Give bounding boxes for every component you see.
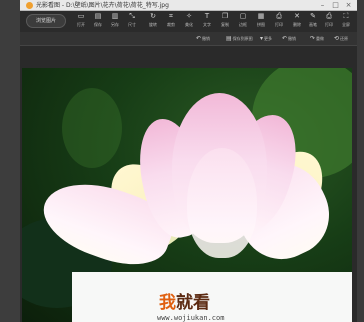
resize-icon: ⤡ [129, 12, 135, 20]
watermark-title-rest: 就看 [176, 293, 210, 313]
toolbar-button-crop[interactable]: ⌗ 裁剪 [162, 13, 180, 31]
save-as-icon: ▥ [111, 12, 119, 20]
image-viewer-window: 光影看图 - D:\壁纸\图片\花卉\荷花\荷花_特写.jpg – □ × 浏览… [20, 0, 357, 322]
save-icon: ▤ [94, 12, 102, 20]
toolbar-button-printer[interactable]: ⎙ 打印 [320, 13, 338, 31]
printer-icon: ⎙ [326, 12, 332, 20]
desktop-background [0, 0, 20, 322]
redo-label: 重做 [316, 36, 325, 41]
save-original-button[interactable]: ▤保存到原图 [226, 34, 253, 44]
toolbar-label: 保存 [94, 22, 102, 27]
toolbar-label: 裁剪 [167, 22, 175, 27]
restore-label: 还原 [340, 36, 349, 41]
delete-icon: ✕ [294, 12, 300, 20]
watermark-title: 我就看 [159, 294, 210, 313]
toolbar-label: 打印 [275, 22, 283, 27]
copy-icon: ❐ [221, 12, 229, 20]
toolbar-label: 旋转 [149, 22, 157, 27]
window-title: 光影看图 - D:\壁纸\图片\花卉\荷花\荷花_特写.jpg [36, 2, 169, 9]
toolbar-label: 复制 [221, 22, 229, 27]
toolbar-button-frame[interactable]: ▢ 边框 [234, 13, 252, 31]
minimize-button[interactable]: – [317, 1, 328, 9]
watermark-url: www.wojiukan.com [157, 314, 225, 322]
toolbar-label: 美化 [185, 22, 193, 27]
rotate-icon: ↻ [150, 12, 156, 20]
more-button[interactable]: ▾更多 [260, 34, 272, 44]
toolbar-label: 尺寸 [128, 22, 136, 27]
toolbar-button-print[interactable]: ⎙ 打印 [270, 13, 288, 31]
watermark-title-accent: 我 [159, 293, 176, 313]
more-icon: ▾ [260, 35, 264, 42]
toolbar-button-collage[interactable]: ▦ 拼图 [252, 13, 270, 31]
edit-subbar: ↶撤销 ▤保存到原图 ▾更多 ↶撤销 ↷重做 ⟲还原 [20, 32, 357, 46]
toolbar-button-copy[interactable]: ❐ 复制 [216, 13, 234, 31]
toolbar-label: 打开 [77, 22, 85, 27]
undo-label: 撤销 [202, 36, 211, 41]
desktop-background-right [357, 0, 364, 322]
toolbar-label: 全屏 [342, 22, 350, 27]
collage-icon: ▦ [257, 12, 265, 20]
toolbar-label: 拼图 [257, 22, 265, 27]
beautify-icon: ✧ [186, 12, 192, 20]
back-label: 撤销 [288, 36, 297, 41]
text-icon: T [204, 12, 210, 20]
title-bar[interactable]: 光影看图 - D:\壁纸\图片\花卉\荷花\荷花_特写.jpg – □ × [20, 0, 357, 11]
lotus-petal [187, 148, 257, 258]
toolbar-label: 文字 [203, 22, 211, 27]
toolbar-button-beautify[interactable]: ✧ 美化 [180, 13, 198, 31]
back-icon: ↶ [282, 35, 288, 42]
maximize-button[interactable]: □ [330, 1, 341, 9]
toolbar-button-save-as[interactable]: ▥ 另存 [106, 13, 124, 31]
toolbar-button-text[interactable]: T 文字 [198, 13, 216, 31]
save-icon: ▤ [226, 35, 232, 42]
toolbar-button-save[interactable]: ▤ 保存 [89, 13, 107, 31]
toolbar-button-resize[interactable]: ⤡ 尺寸 [123, 13, 141, 31]
redo-icon: ↷ [310, 35, 316, 42]
fullscreen-icon: ⛶ [343, 12, 349, 20]
folder-icon: ▭ [77, 12, 85, 20]
restore-icon: ⟲ [334, 35, 340, 42]
close-button[interactable]: × [343, 1, 354, 9]
pen-icon: ✎ [310, 12, 316, 20]
print-icon: ⎙ [276, 12, 282, 20]
back-button[interactable]: ↶撤销 [282, 34, 296, 44]
frame-icon: ▢ [239, 12, 247, 20]
browse-images-button[interactable]: 浏览图片 [26, 14, 66, 28]
app-logo-icon [26, 2, 33, 9]
undo-icon: ↶ [196, 35, 202, 42]
watermark-banner: 我就看 www.wojiukan.com [72, 272, 352, 322]
crop-icon: ⌗ [169, 12, 173, 20]
toolbar-button-rotate[interactable]: ↻ 旋转 [144, 13, 162, 31]
undo-button[interactable]: ↶撤销 [196, 34, 210, 44]
main-toolbar: 浏览图片 ▭ 打开 ▤ 保存 ▥ 另存 ⤡ 尺寸 ↻ 旋转 ⌗ 裁剪 ✧ 美化 [20, 11, 357, 32]
leaf-highlight [62, 88, 122, 168]
toolbar-label: 另存 [111, 22, 119, 27]
window-controls: – □ × [317, 1, 354, 9]
redo-button[interactable]: ↷重做 [310, 34, 324, 44]
restore-button[interactable]: ⟲还原 [334, 34, 348, 44]
toolbar-label: 打印 [325, 22, 333, 27]
image-canvas[interactable]: 我就看 www.wojiukan.com [20, 46, 357, 322]
toolbar-button-fullscreen[interactable]: ⛶ 全屏 [337, 13, 355, 31]
lotus-photo[interactable]: 我就看 www.wojiukan.com [22, 68, 352, 322]
toolbar-button-open[interactable]: ▭ 打开 [72, 13, 90, 31]
save-original-label: 保存到原图 [232, 36, 253, 41]
toolbar-label: 边框 [239, 22, 247, 27]
more-label: 更多 [264, 36, 273, 41]
